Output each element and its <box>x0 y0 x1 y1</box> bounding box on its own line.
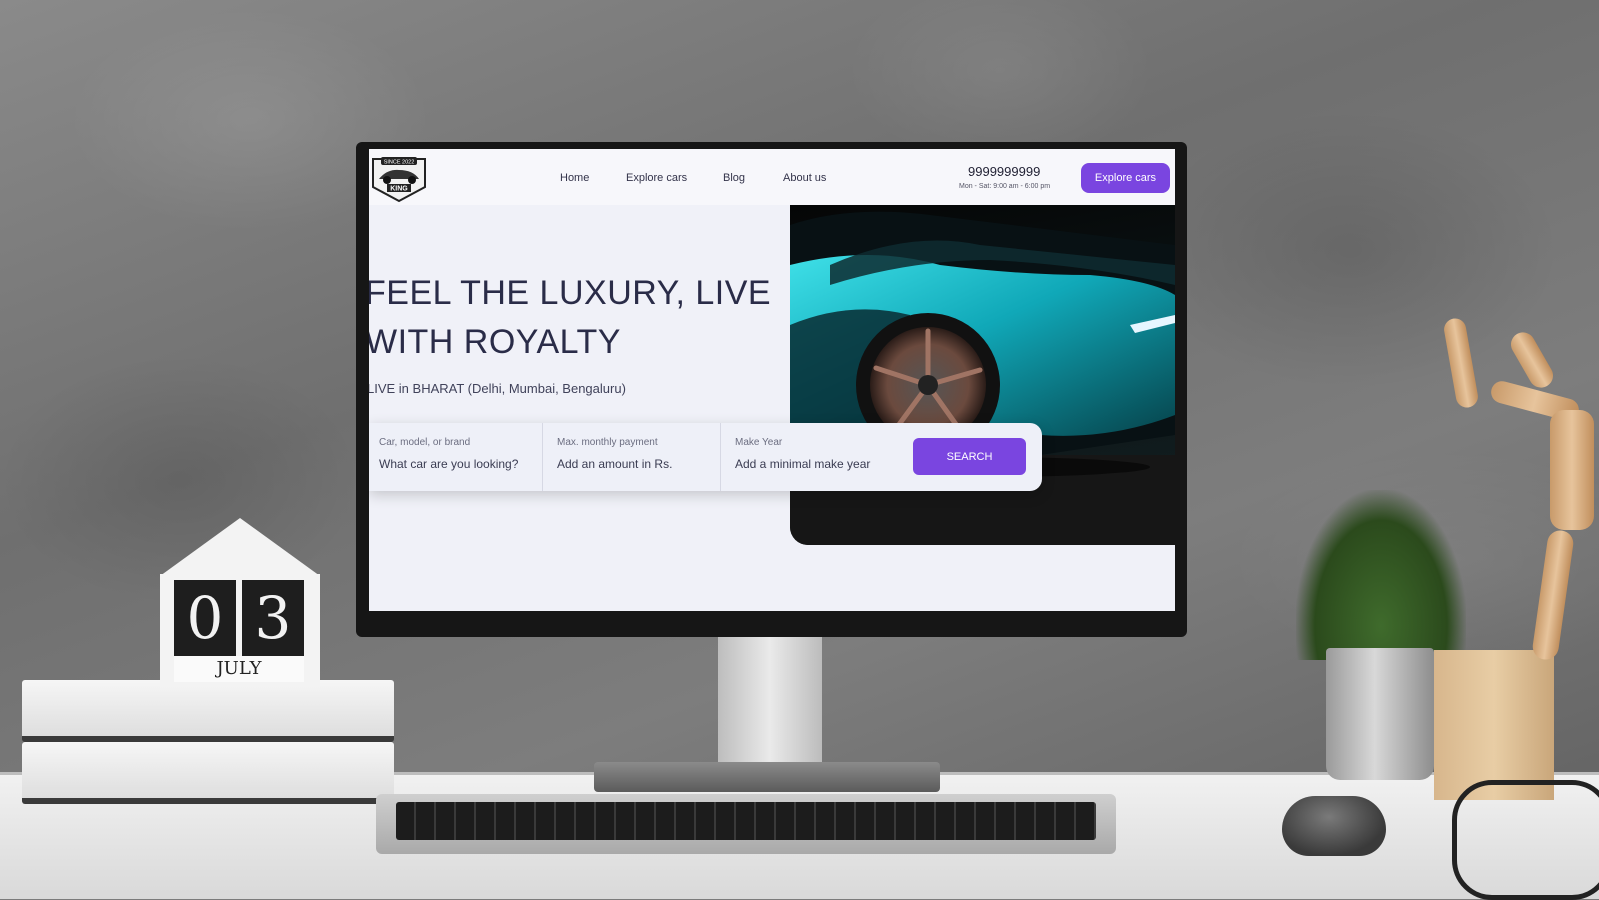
hero-title-line: FEEL THE LUXURY, LIVE <box>369 274 772 312</box>
keyboard-keys <box>396 802 1096 840</box>
explore-cars-button[interactable]: Explore cars <box>1081 163 1170 193</box>
field-divider <box>542 423 543 491</box>
car-model-brand-label: Car, model, or brand <box>379 437 471 448</box>
sports-car-icon <box>790 211 1175 545</box>
monitor-stand <box>718 636 822 774</box>
make-year-field: Make Year <box>725 423 905 491</box>
car-model-brand-field: Car, model, or brand <box>369 423 541 491</box>
make-year-label: Make Year <box>735 437 783 448</box>
desk-calendar: 0 3 JULY <box>160 518 320 686</box>
nav-link-about-us[interactable]: About us <box>783 172 826 184</box>
field-divider <box>720 423 721 491</box>
wooden-box <box>1434 650 1554 800</box>
hero-title: FEEL THE LUXURY, LIVE WITH ROYALTY <box>369 269 771 367</box>
mannequin-leg <box>1531 528 1575 662</box>
monitor-screen: SINCE 2022 KING Home Explore cars Blog A… <box>369 149 1175 611</box>
book <box>22 680 394 742</box>
nav-link-blog[interactable]: Blog <box>723 172 745 184</box>
monitor-stand-base <box>594 762 940 792</box>
search-panel: Car, model, or brand Max. monthly paymen… <box>369 423 1042 491</box>
mannequin-forearm <box>1506 328 1558 392</box>
hero-title-line: WITH ROYALTY <box>369 323 621 361</box>
monthly-payment-label: Max. monthly payment <box>557 437 658 448</box>
wooden-mannequin <box>1442 310 1599 670</box>
logo-badge-icon: SINCE 2022 KING <box>372 157 426 203</box>
calendar-month: JULY <box>174 656 304 682</box>
computer-mouse <box>1282 796 1386 856</box>
logo-since-text: SINCE 2022 <box>384 160 415 166</box>
business-hours: Mon - Sat: 9:00 am - 6:00 pm <box>959 183 1051 190</box>
hero-subtitle: LIVE in BHARAT (Delhi, Mumbai, Bengaluru… <box>369 381 626 396</box>
monthly-payment-field: Max. monthly payment <box>547 423 719 491</box>
phone-number[interactable]: 9999999999 <box>968 164 1040 179</box>
calendar-roof <box>160 518 320 576</box>
calendar-day-digit: 3 <box>242 580 304 656</box>
plant <box>1296 490 1466 660</box>
navbar: SINCE 2022 KING Home Explore cars Blog A… <box>369 149 1175 205</box>
plant-pot <box>1326 648 1434 780</box>
monthly-payment-input[interactable] <box>557 457 707 471</box>
car-model-brand-input[interactable] <box>379 457 529 471</box>
nav-link-home[interactable]: Home <box>560 172 589 184</box>
eyeglasses <box>1452 780 1599 900</box>
make-year-input[interactable] <box>735 457 905 471</box>
logo-king-text: KING <box>390 186 408 193</box>
nav-link-explore-cars[interactable]: Explore cars <box>626 172 687 184</box>
keyboard <box>376 794 1116 854</box>
calendar-day-digit: 0 <box>174 580 236 656</box>
hero-car-image <box>790 205 1175 545</box>
search-button[interactable]: SEARCH <box>913 438 1026 475</box>
book <box>22 742 394 804</box>
mannequin-torso <box>1550 410 1594 530</box>
brand-logo[interactable]: SINCE 2022 KING <box>369 153 429 203</box>
